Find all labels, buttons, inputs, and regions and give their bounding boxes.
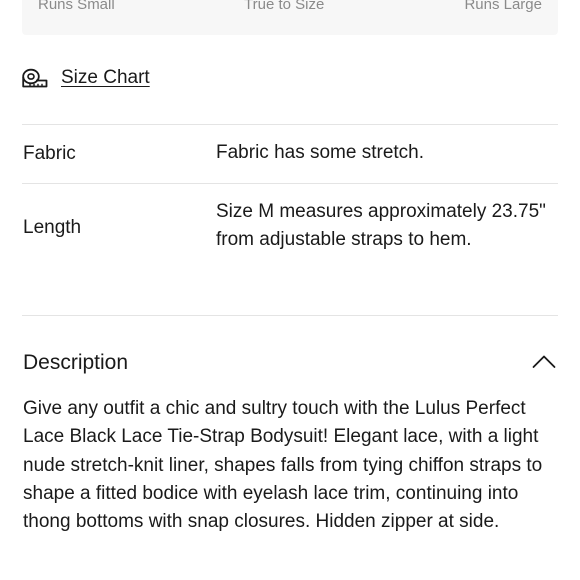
description-text: Give any outfit a chic and sultry touch … — [23, 398, 543, 533]
spec-length-label: Length — [23, 217, 82, 238]
divider — [22, 183, 558, 184]
spec-length-value: Size M measures approximately 23.75" fro… — [216, 201, 546, 250]
spec-fabric-value: Fabric has some stretch. — [216, 142, 425, 163]
divider — [22, 124, 558, 125]
fit-scale-bar: Runs Small True to Size Runs Large — [22, 0, 558, 35]
chevron-up-icon[interactable] — [532, 352, 556, 372]
fit-runs-small-label: Runs Small — [38, 0, 115, 13]
divider — [22, 315, 558, 316]
measuring-tape-icon — [22, 68, 48, 88]
fit-true-to-size-label: True to Size — [244, 0, 325, 13]
fit-runs-large-label: Runs Large — [464, 0, 542, 13]
description-heading: Description — [23, 351, 129, 374]
size-chart-link[interactable]: Size Chart — [22, 63, 150, 93]
size-chart-label: Size Chart — [61, 67, 150, 88]
spec-fabric-label: Fabric — [23, 143, 76, 164]
